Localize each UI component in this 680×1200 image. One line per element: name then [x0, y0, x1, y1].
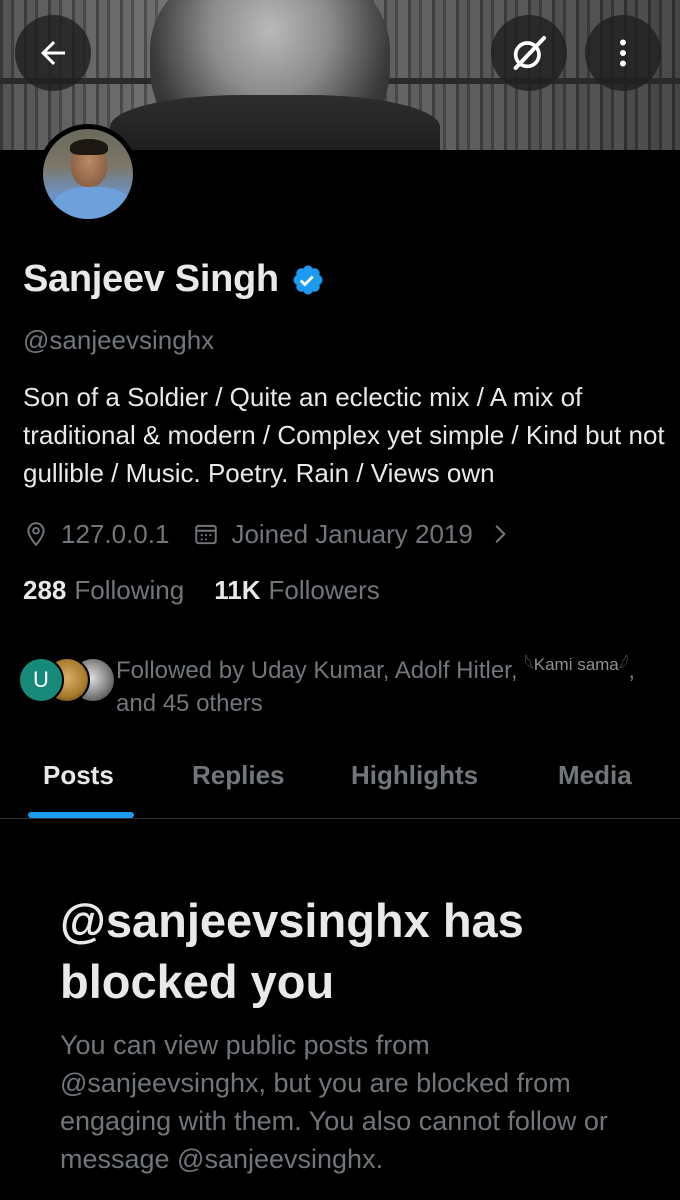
profile-avatar[interactable]	[38, 124, 138, 224]
tab-media[interactable]: Media	[558, 760, 632, 791]
calendar-icon	[195, 524, 218, 545]
blocked-title: @sanjeevsinghx has blocked you	[60, 894, 524, 1008]
following-label: Following	[74, 575, 185, 605]
avatar-hair	[70, 139, 108, 155]
following-count: 288	[23, 575, 67, 605]
followed-by-start: Followed by Uday Kumar, Adolf Hitler,	[116, 657, 525, 684]
more-options-button[interactable]	[585, 15, 661, 91]
tab-posts[interactable]: Posts	[43, 760, 114, 791]
follower-avatar-uday: U	[18, 657, 64, 703]
verified-badge-icon[interactable]	[291, 263, 325, 297]
tab-highlights[interactable]: Highlights	[351, 760, 478, 791]
arrow-left-icon	[41, 41, 65, 65]
profile-meta: 127.0.0.1 Joined January 2019	[23, 516, 525, 552]
profile-location: 127.0.0.1	[61, 518, 170, 549]
followed-by-kami: 𓆩Kami sama𓆪	[524, 655, 629, 674]
tab-replies[interactable]: Replies	[192, 760, 285, 791]
more-vertical-icon	[620, 39, 626, 67]
location-pin-icon	[27, 522, 45, 547]
profile-bio: Son of a Soldier / Quite an eclectic mix…	[23, 382, 665, 488]
grok-icon	[513, 36, 546, 70]
grok-button[interactable]	[491, 15, 567, 91]
profile-tabs: Posts Replies Highlights Media	[0, 740, 680, 819]
following-link[interactable]: 288 Following	[23, 575, 184, 606]
profile-handle: @sanjeevsinghx	[23, 325, 215, 355]
profile-joined-date: Joined January 2019	[231, 518, 473, 549]
followed-by-text: Followed by Uday Kumar, Adolf Hitler, 𓆩K…	[116, 648, 666, 720]
banner-coat	[110, 95, 440, 150]
back-button[interactable]	[15, 15, 91, 91]
followed-by-row[interactable]: U Followed by Uday Kumar, Adolf Hitler, …	[18, 648, 668, 718]
followers-count: 11K	[214, 575, 261, 605]
profile-name-row: Sanjeev Singh	[23, 258, 325, 301]
profile-name: Sanjeev Singh	[23, 258, 279, 300]
blocked-description: You can view public posts from @sanjeevs…	[60, 1030, 608, 1174]
chevron-right-icon[interactable]	[487, 521, 513, 547]
followers-link[interactable]: 11K Followers	[214, 575, 380, 606]
active-tab-indicator	[28, 812, 134, 818]
avatar-shirt	[53, 187, 133, 219]
followers-label: Followers	[268, 575, 380, 605]
follow-stats: 288 Following 11K Followers	[23, 575, 380, 606]
